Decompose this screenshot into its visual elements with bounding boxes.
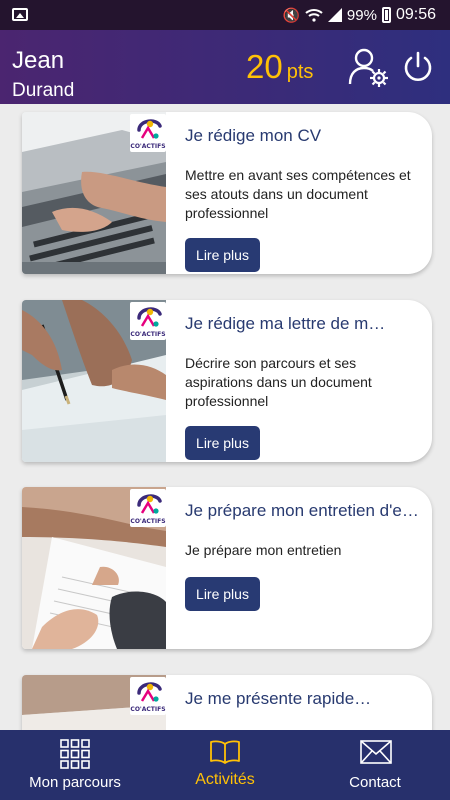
signal-icon [327, 8, 342, 22]
points-display: 20 pts [246, 48, 313, 86]
activity-card[interactable]: CO'ACTIFS Je rédige mon CV Mettre en ava… [22, 112, 432, 274]
brand-logo: CO'ACTIFS [130, 677, 166, 715]
activity-description: Je prépare mon entretien [185, 542, 342, 558]
battery-percent: 99% [346, 6, 377, 24]
bottom-navigation: Mon parcours Activités Contact [0, 730, 450, 800]
activity-card[interactable]: CO'ACTIFS Je me présente rapide… [22, 675, 432, 730]
brand-logo-text: CO'ACTIFS [130, 518, 166, 525]
brand-logo-text: CO'ACTIFS [130, 143, 166, 150]
battery-icon [381, 7, 391, 23]
activity-title: Je rédige ma lettre de m… [185, 314, 386, 333]
clock: 09:56 [395, 6, 436, 23]
mute-icon: 🔇 [282, 7, 300, 23]
activity-description: Mettre en avant ses compétences et ses a… [185, 167, 411, 221]
status-icons: 🔇 99% 09:56 [282, 6, 436, 24]
book-icon [210, 740, 240, 764]
grid-icon [60, 739, 90, 769]
profile-settings-button[interactable] [347, 46, 389, 88]
activity-image-laptop: CO'ACTIFS [22, 112, 166, 274]
wifi-icon [305, 9, 323, 22]
activity-list[interactable]: CO'ACTIFS Je rédige mon CV Mettre en ava… [0, 104, 450, 730]
read-more-button[interactable]: Lire plus [185, 577, 260, 611]
logout-button[interactable] [401, 50, 435, 84]
read-more-button[interactable]: Lire plus [185, 238, 260, 272]
activity-description: Décrire son parcours et ses aspirations … [185, 355, 372, 409]
nav-label: Activités [195, 771, 255, 788]
brand-logo-text: CO'ACTIFS [130, 331, 166, 338]
activity-card[interactable]: CO'ACTIFS Je rédige ma lettre de m… Décr… [22, 300, 432, 462]
nav-label: Contact [349, 774, 401, 791]
nav-mon-parcours[interactable]: Mon parcours [0, 730, 150, 800]
read-more-button[interactable]: Lire plus [185, 426, 260, 460]
brand-logo-text: CO'ACTIFS [130, 706, 166, 713]
activity-image-presentation: CO'ACTIFS [22, 675, 166, 730]
user-first-name: Jean [12, 47, 65, 74]
activity-image-writing: CO'ACTIFS [22, 300, 166, 462]
status-bar: 🔇 99% 09:56 [0, 0, 450, 30]
activity-card[interactable]: CO'ACTIFS Je prépare mon entretien d'e… … [22, 487, 432, 649]
activity-title: Je rédige mon CV [185, 126, 322, 145]
points-value: 20 [246, 48, 283, 85]
user-last-name: Durand [12, 80, 75, 101]
activity-title: Je me présente rapide… [185, 689, 372, 708]
app-header: Jean Durand 20 pts [0, 30, 450, 104]
brand-logo: CO'ACTIFS [130, 302, 166, 340]
brand-logo: CO'ACTIFS [130, 114, 166, 152]
envelope-icon [360, 740, 392, 764]
gallery-icon [12, 8, 28, 21]
user-settings-icon [348, 48, 388, 87]
nav-label: Mon parcours [29, 774, 121, 791]
nav-activites[interactable]: Activités [150, 730, 300, 800]
activity-title: Je prépare mon entretien d'e… [185, 501, 419, 520]
activity-image-interview: CO'ACTIFS [22, 487, 166, 649]
nav-contact[interactable]: Contact [300, 730, 450, 800]
power-icon [404, 51, 432, 81]
points-unit: pts [286, 61, 314, 83]
brand-logo: CO'ACTIFS [130, 489, 166, 527]
